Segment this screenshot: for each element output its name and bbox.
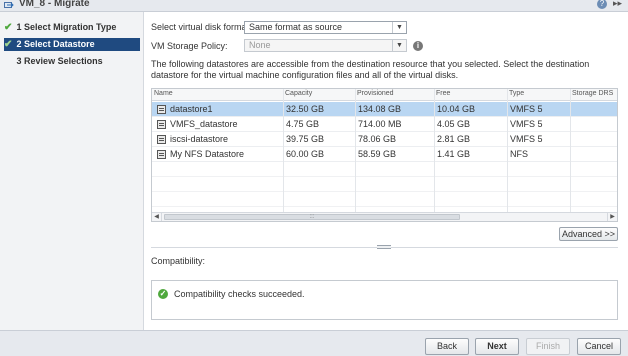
splitter-grip-icon[interactable] [377,245,391,249]
dropdown-arrow-icon: ▼ [392,40,406,51]
storage-policy-select[interactable]: None ▼ [244,39,407,52]
info-icon[interactable]: i [413,41,423,51]
expand-icon[interactable]: ▸▸ [613,0,622,8]
step-label: Review Selections [24,56,103,66]
step-number: 1 [16,22,22,32]
title-bar: VM_8 - Migrate ? ▸▸ [0,0,628,12]
table-row[interactable]: datastore1 32.50 GB 134.08 GB 10.04 GB V… [152,102,617,117]
column-header-free[interactable]: Free [436,90,450,97]
horizontal-scrollbar[interactable]: ◀ ::: ▶ [152,212,617,221]
empty-row [152,177,617,192]
column-header-type[interactable]: Type [509,90,524,97]
wizard-footer: Back Next Finish Cancel [0,330,628,356]
compatibility-panel: ✓ Compatibility checks succeeded. [151,280,618,320]
storage-policy-label: VM Storage Policy: [151,41,228,51]
cancel-button[interactable]: Cancel [577,338,621,355]
back-button[interactable]: Back [425,338,469,355]
next-button[interactable]: Next [475,338,519,355]
step-number: 3 [16,56,22,66]
compatibility-message: Compatibility checks succeeded. [174,289,305,299]
datastore-table: Name Capacity Provisioned Free Type Stor… [151,88,618,222]
title-actions: ? ▸▸ [596,0,622,9]
scroll-right-icon[interactable]: ▶ [607,213,617,221]
check-icon: ✔ [4,22,13,33]
column-header-capacity[interactable]: Capacity [285,90,312,97]
panel-splitter[interactable] [151,245,618,249]
step-select-migration-type[interactable]: ✔ 1 Select Migration Type [4,21,140,34]
check-icon: ✔ [4,39,13,50]
storage-policy-value: None [249,40,271,50]
table-row[interactable]: My NFS Datastore 60.00 GB 58.59 GB 1.41 … [152,147,617,162]
column-header-storage-drs[interactable]: Storage DRS [572,90,613,97]
datastore-icon [157,135,166,144]
window-title: VM_8 - Migrate [19,0,90,9]
datastore-icon [157,105,166,114]
step-review-selections[interactable]: 3 Review Selections [4,55,140,68]
step-select-datastore[interactable]: ✔ 2 Select Datastore [4,38,140,51]
wizard-sidebar: ✔ 1 Select Migration Type ✔ 2 Select Dat… [0,12,144,330]
scroll-left-icon[interactable]: ◀ [152,213,162,221]
success-check-icon: ✓ [158,289,168,299]
empty-row [152,192,617,207]
dropdown-arrow-icon: ▼ [392,22,406,33]
compatibility-label: Compatibility: [151,256,206,266]
vm-migrate-icon [4,2,14,8]
scrollbar-thumb[interactable]: ::: [164,214,460,220]
disk-format-select[interactable]: Same format as source ▼ [244,21,407,34]
empty-row [152,162,617,177]
disk-format-value: Same format as source [249,22,343,32]
column-header-provisioned[interactable]: Provisioned [357,90,394,97]
advanced-button[interactable]: Advanced >> [559,227,618,241]
table-row[interactable]: VMFS_datastore 4.75 GB 714.00 MB 4.05 GB… [152,117,617,132]
help-icon[interactable]: ? [596,0,607,9]
datastore-description: The following datastores are accessible … [151,59,590,80]
step-label: Select Migration Type [24,22,117,32]
step-number: 2 [16,39,22,49]
finish-button[interactable]: Finish [526,338,570,355]
table-row[interactable]: iscsi-datastore 39.75 GB 78.06 GB 2.81 G… [152,132,617,147]
datastore-icon [157,120,166,129]
main-panel: Select virtual disk format: Same format … [145,12,628,330]
disk-format-label: Select virtual disk format: [151,22,252,32]
table-header: Name Capacity Provisioned Free Type Stor… [152,89,617,101]
datastore-icon [157,150,166,159]
step-label: Select Datastore [24,39,95,49]
column-header-name[interactable]: Name [154,90,173,97]
